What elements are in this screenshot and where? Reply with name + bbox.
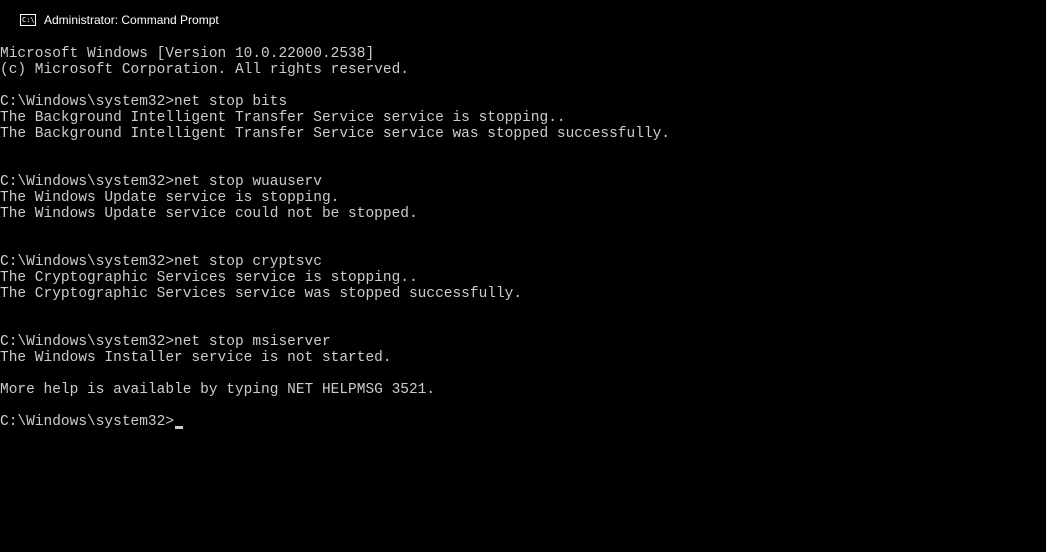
terminal-area[interactable]: Microsoft Windows [Version 10.0.22000.25… xyxy=(0,40,1046,430)
prompt: C:\Windows\system32> xyxy=(0,94,174,110)
prompt: C:\Windows\system32> xyxy=(0,334,174,350)
window-titlebar[interactable]: Administrator: Command Prompt xyxy=(0,0,1046,40)
output-line: The Cryptographic Services service is st… xyxy=(0,270,418,286)
output-line: The Windows Update service is stopping. xyxy=(0,190,339,206)
output-line: The Background Intelligent Transfer Serv… xyxy=(0,110,566,126)
prompt: C:\Windows\system32> xyxy=(0,254,174,270)
cmd-icon xyxy=(20,14,36,26)
copyright-line: (c) Microsoft Corporation. All rights re… xyxy=(0,62,409,78)
output-line: The Windows Update service could not be … xyxy=(0,206,418,222)
current-prompt: C:\Windows\system32> xyxy=(0,414,174,430)
output-line: The Background Intelligent Transfer Serv… xyxy=(0,126,670,142)
command-text: net stop msiserver xyxy=(174,334,331,350)
command-text: net stop wuauserv xyxy=(174,174,322,190)
prompt: C:\Windows\system32> xyxy=(0,174,174,190)
output-line: The Cryptographic Services service was s… xyxy=(0,286,522,302)
command-text: net stop cryptsvc xyxy=(174,254,322,270)
output-line: The Windows Installer service is not sta… xyxy=(0,350,392,366)
cursor-icon xyxy=(175,426,183,429)
window-title: Administrator: Command Prompt xyxy=(44,13,219,27)
command-text: net stop bits xyxy=(174,94,287,110)
output-line: More help is available by typing NET HEL… xyxy=(0,382,435,398)
version-line: Microsoft Windows [Version 10.0.22000.25… xyxy=(0,46,374,62)
